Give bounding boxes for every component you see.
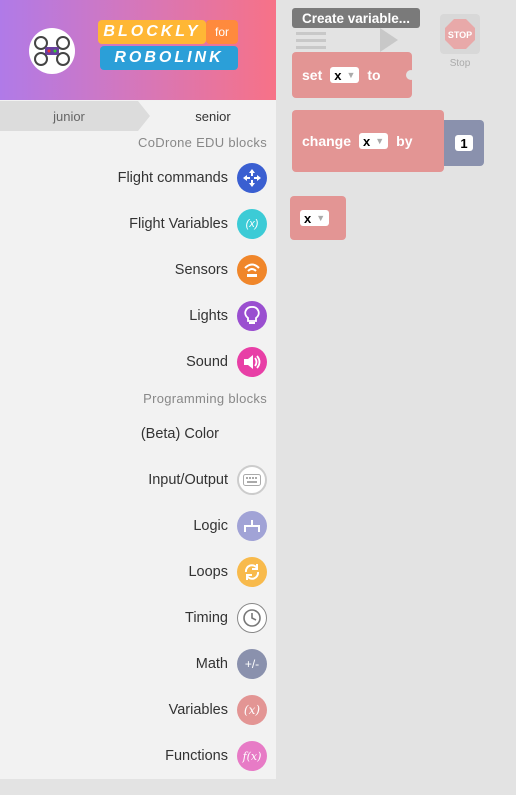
by-keyword: by: [396, 133, 413, 149]
category-label: Input/Output: [148, 472, 228, 488]
blockly-robolink-logo: BLOCKLY for ROBOLINK: [98, 18, 240, 72]
category-flight-commands[interactable]: Flight commands: [118, 162, 267, 194]
category-functions[interactable]: Functions f(x): [165, 740, 267, 772]
input-notch: [406, 70, 416, 80]
category-loops[interactable]: Loops: [188, 556, 267, 588]
category-input-output[interactable]: Input/Output: [148, 464, 267, 496]
category-sensors[interactable]: Sensors: [175, 254, 267, 286]
set-keyword: set: [302, 67, 323, 83]
toolbox-sidebar: BLOCKLY for ROBOLINK junior senior CoDro…: [0, 0, 276, 795]
category-math[interactable]: Math +/-: [196, 648, 267, 680]
category-label: Timing: [185, 610, 228, 626]
drone-arrows-icon: [237, 163, 267, 193]
clock-icon: [237, 603, 267, 633]
function-icon: f(x): [237, 741, 267, 771]
category-label: (Beta) Color: [140, 426, 219, 442]
category-label: Flight Variables: [129, 216, 228, 232]
dropdown-arrow-icon: ▼: [346, 70, 356, 80]
to-keyword: to: [367, 67, 381, 83]
stop-sign-icon: STOP: [445, 19, 475, 49]
set-variable-block[interactable]: set x ▼ to: [292, 52, 416, 98]
category-timing[interactable]: Timing: [185, 602, 267, 634]
dropdown-arrow-icon: ▼: [316, 213, 326, 223]
category-logic[interactable]: Logic: [193, 510, 267, 542]
scroll-bottom-strip: [0, 779, 276, 795]
svg-text:STOP: STOP: [448, 30, 472, 40]
category-flight-variables[interactable]: Flight Variables (x): [129, 208, 267, 240]
tab-junior[interactable]: junior: [0, 101, 150, 131]
category-label: Sensors: [174, 262, 228, 278]
level-tabs: junior senior: [0, 101, 276, 131]
change-keyword: change: [302, 133, 352, 149]
dropdown-arrow-icon: ▼: [375, 136, 385, 146]
number-field[interactable]: 1: [455, 135, 473, 151]
speaker-icon: [237, 347, 267, 377]
keyboard-icon: [237, 465, 267, 495]
drone-avatar: [29, 28, 75, 74]
section-codrone-blocks: CoDrone EDU blocks: [138, 135, 267, 150]
category-label: Variables: [168, 702, 228, 718]
lightbulb-icon: [237, 301, 267, 331]
category-variables[interactable]: Variables (x): [169, 694, 267, 726]
variable-getter-block[interactable]: x ▼: [290, 196, 346, 240]
flight-variable-icon: (x): [237, 209, 267, 239]
plus-minus-icon: +/-: [237, 649, 267, 679]
category-lights[interactable]: Lights: [189, 300, 267, 332]
category-label: Math: [195, 656, 228, 672]
category-beta-color[interactable]: (Beta) Color: [141, 418, 228, 450]
variable-dropdown[interactable]: x ▼: [330, 67, 360, 83]
variable-dropdown[interactable]: x ▼: [359, 133, 389, 149]
number-input-block[interactable]: 1: [444, 120, 484, 166]
category-label: Lights: [189, 308, 228, 324]
menu-icon: [296, 30, 326, 52]
change-variable-block[interactable]: change x ▼ by: [292, 110, 444, 172]
category-label: Flight commands: [117, 170, 228, 186]
tab-senior[interactable]: senior: [150, 101, 276, 131]
category-label: Loops: [188, 564, 228, 580]
stop-button[interactable]: STOP: [440, 14, 480, 54]
app-header: BLOCKLY for ROBOLINK: [0, 0, 276, 100]
sensor-wave-icon: [237, 255, 267, 285]
category-label: Functions: [165, 748, 228, 764]
loop-arrows-icon: [237, 557, 267, 587]
variable-icon: (x): [237, 695, 267, 725]
stop-label: Stop: [449, 58, 471, 69]
category-sound[interactable]: Sound: [186, 346, 267, 378]
create-variable-button[interactable]: Create variable...: [292, 8, 420, 28]
logic-branch-icon: [237, 511, 267, 541]
variable-dropdown[interactable]: x ▼: [300, 210, 330, 226]
category-label: Sound: [186, 354, 228, 370]
category-label: Logic: [193, 518, 228, 534]
section-programming-blocks: Programming blocks: [143, 391, 267, 406]
drone-icon: [34, 36, 70, 66]
